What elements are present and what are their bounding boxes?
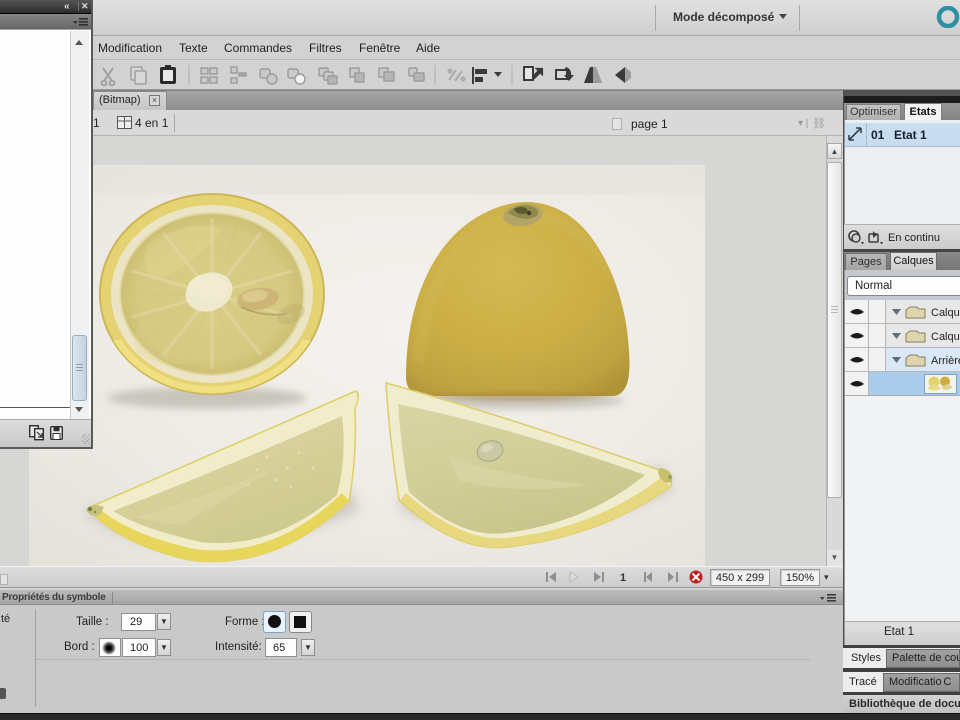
svg-text:Arrière: Arrière [931,355,960,367]
svg-text:Calqu: Calqu [931,307,960,319]
svg-text:Calqu: Calqu [931,331,960,343]
svg-text:1: 1 [620,572,626,584]
